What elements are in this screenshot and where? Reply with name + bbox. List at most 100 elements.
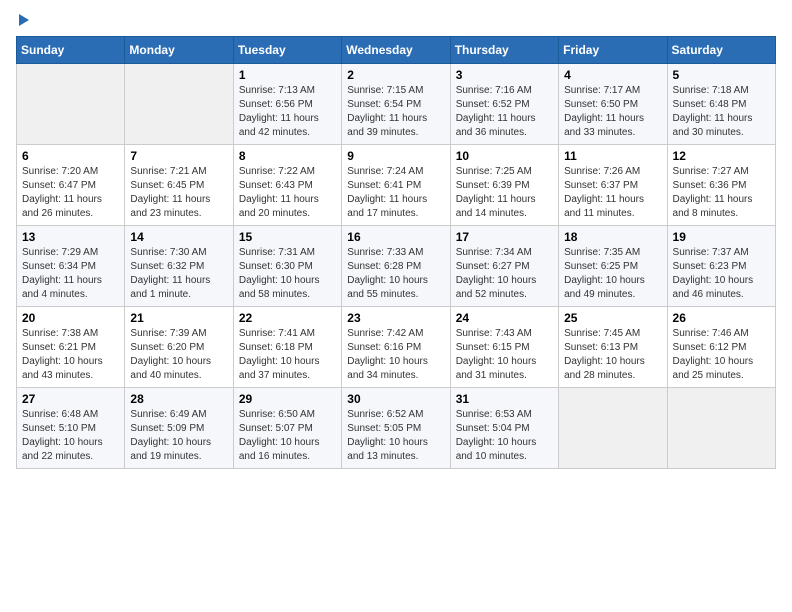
day-number: 24: [456, 311, 553, 325]
day-number: 4: [564, 68, 661, 82]
day-number: 23: [347, 311, 444, 325]
calendar-cell: 25 Sunrise: 7:45 AM Sunset: 6:13 PM Dayli…: [559, 307, 667, 388]
calendar-cell: 28Sunrise: 6:49 AM Sunset: 5:09 PM Dayli…: [125, 388, 233, 469]
day-number: 1: [239, 68, 336, 82]
day-number: 3: [456, 68, 553, 82]
day-info: Sunrise: 7:41 AM Sunset: 6:18 PM Dayligh…: [239, 328, 320, 381]
day-info: Sunrise: 7:31 AM Sunset: 6:30 PM Dayligh…: [239, 247, 320, 300]
day-number: 18: [564, 230, 661, 244]
calendar-cell: 21 Sunrise: 7:39 AM Sunset: 6:20 PM Dayli…: [125, 307, 233, 388]
calendar-cell: 6Sunrise: 7:20 AM Sunset: 6:47 PM Daylig…: [17, 145, 125, 226]
calendar-cell: 24 Sunrise: 7:43 AM Sunset: 6:15 PM Dayli…: [450, 307, 558, 388]
calendar-cell: 5Sunrise: 7:18 AM Sunset: 6:48 PM Daylig…: [667, 64, 775, 145]
calendar-week-row: 20 Sunrise: 7:38 AM Sunset: 6:21 PM Dayli…: [17, 307, 776, 388]
calendar-cell: 29 Sunrise: 6:50 AM Sunset: 5:07 PM Dayli…: [233, 388, 341, 469]
calendar-table: SundayMondayTuesdayWednesdayThursdayFrid…: [16, 36, 776, 469]
day-number: 12: [673, 149, 770, 163]
calendar-week-row: 1 Sunrise: 7:13 AM Sunset: 6:56 PM Daylig…: [17, 64, 776, 145]
day-info: Sunrise: 7:18 AM Sunset: 6:48 PM Dayligh…: [673, 85, 753, 138]
calendar-cell: 31 Sunrise: 6:53 AM Sunset: 5:04 PM Dayli…: [450, 388, 558, 469]
day-info: Sunrise: 7:33 AM Sunset: 6:28 PM Dayligh…: [347, 247, 428, 300]
day-info: Sunrise: 7:13 AM Sunset: 6:56 PM Dayligh…: [239, 85, 319, 138]
calendar-header: SundayMondayTuesdayWednesdayThursdayFrid…: [17, 37, 776, 64]
day-info: Sunrise: 7:24 AM Sunset: 6:41 PM Dayligh…: [347, 166, 427, 219]
weekday-header-saturday: Saturday: [667, 37, 775, 64]
day-number: 16: [347, 230, 444, 244]
calendar-cell: [559, 388, 667, 469]
day-info: Sunrise: 7:42 AM Sunset: 6:16 PM Dayligh…: [347, 328, 428, 381]
day-number: 20: [22, 311, 119, 325]
day-number: 30: [347, 392, 444, 406]
day-number: 11: [564, 149, 661, 163]
logo: [16, 16, 29, 26]
day-number: 17: [456, 230, 553, 244]
day-number: 31: [456, 392, 553, 406]
day-info: Sunrise: 7:26 AM Sunset: 6:37 PM Dayligh…: [564, 166, 644, 219]
day-number: 21: [130, 311, 227, 325]
logo-arrow-icon: [19, 14, 29, 26]
weekday-header-thursday: Thursday: [450, 37, 558, 64]
calendar-cell: 18 Sunrise: 7:35 AM Sunset: 6:25 PM Dayli…: [559, 226, 667, 307]
calendar-cell: 27Sunrise: 6:48 AM Sunset: 5:10 PM Dayli…: [17, 388, 125, 469]
day-number: 28: [130, 392, 227, 406]
calendar-cell: 23 Sunrise: 7:42 AM Sunset: 6:16 PM Dayli…: [342, 307, 450, 388]
day-number: 25: [564, 311, 661, 325]
day-info: Sunrise: 7:16 AM Sunset: 6:52 PM Dayligh…: [456, 85, 536, 138]
calendar-cell: 22 Sunrise: 7:41 AM Sunset: 6:18 PM Dayli…: [233, 307, 341, 388]
calendar-cell: 26 Sunrise: 7:46 AM Sunset: 6:12 PM Dayli…: [667, 307, 775, 388]
calendar-body: 1 Sunrise: 7:13 AM Sunset: 6:56 PM Daylig…: [17, 64, 776, 469]
day-number: 29: [239, 392, 336, 406]
day-number: 8: [239, 149, 336, 163]
calendar-cell: [17, 64, 125, 145]
day-info: Sunrise: 6:53 AM Sunset: 5:04 PM Dayligh…: [456, 409, 537, 462]
calendar-cell: 13Sunrise: 7:29 AM Sunset: 6:34 PM Dayli…: [17, 226, 125, 307]
day-info: Sunrise: 7:25 AM Sunset: 6:39 PM Dayligh…: [456, 166, 536, 219]
day-info: Sunrise: 7:21 AM Sunset: 6:45 PM Dayligh…: [130, 166, 210, 219]
calendar-cell: 17Sunrise: 7:34 AM Sunset: 6:27 PM Dayli…: [450, 226, 558, 307]
calendar-week-row: 27Sunrise: 6:48 AM Sunset: 5:10 PM Dayli…: [17, 388, 776, 469]
day-info: Sunrise: 7:46 AM Sunset: 6:12 PM Dayligh…: [673, 328, 754, 381]
weekday-header-wednesday: Wednesday: [342, 37, 450, 64]
day-info: Sunrise: 7:39 AM Sunset: 6:20 PM Dayligh…: [130, 328, 211, 381]
calendar-cell: 15 Sunrise: 7:31 AM Sunset: 6:30 PM Dayli…: [233, 226, 341, 307]
day-info: Sunrise: 7:35 AM Sunset: 6:25 PM Dayligh…: [564, 247, 645, 300]
day-number: 13: [22, 230, 119, 244]
day-number: 6: [22, 149, 119, 163]
calendar-cell: [667, 388, 775, 469]
day-number: 15: [239, 230, 336, 244]
weekday-header-sunday: Sunday: [17, 37, 125, 64]
calendar-cell: 16 Sunrise: 7:33 AM Sunset: 6:28 PM Dayli…: [342, 226, 450, 307]
page-header: [16, 16, 776, 26]
day-info: Sunrise: 6:48 AM Sunset: 5:10 PM Dayligh…: [22, 409, 103, 462]
day-number: 2: [347, 68, 444, 82]
calendar-cell: [125, 64, 233, 145]
calendar-cell: 10 Sunrise: 7:25 AM Sunset: 6:39 PM Dayli…: [450, 145, 558, 226]
weekday-header-monday: Monday: [125, 37, 233, 64]
day-number: 19: [673, 230, 770, 244]
weekday-header-row: SundayMondayTuesdayWednesdayThursdayFrid…: [17, 37, 776, 64]
day-info: Sunrise: 6:50 AM Sunset: 5:07 PM Dayligh…: [239, 409, 320, 462]
day-number: 26: [673, 311, 770, 325]
day-info: Sunrise: 7:27 AM Sunset: 6:36 PM Dayligh…: [673, 166, 753, 219]
day-info: Sunrise: 7:43 AM Sunset: 6:15 PM Dayligh…: [456, 328, 537, 381]
calendar-cell: 30Sunrise: 6:52 AM Sunset: 5:05 PM Dayli…: [342, 388, 450, 469]
day-number: 10: [456, 149, 553, 163]
weekday-header-friday: Friday: [559, 37, 667, 64]
day-info: Sunrise: 7:17 AM Sunset: 6:50 PM Dayligh…: [564, 85, 644, 138]
calendar-cell: 12 Sunrise: 7:27 AM Sunset: 6:36 PM Dayli…: [667, 145, 775, 226]
calendar-cell: 3 Sunrise: 7:16 AM Sunset: 6:52 PM Daylig…: [450, 64, 558, 145]
day-info: Sunrise: 7:22 AM Sunset: 6:43 PM Dayligh…: [239, 166, 319, 219]
calendar-week-row: 13Sunrise: 7:29 AM Sunset: 6:34 PM Dayli…: [17, 226, 776, 307]
calendar-week-row: 6Sunrise: 7:20 AM Sunset: 6:47 PM Daylig…: [17, 145, 776, 226]
day-info: Sunrise: 7:38 AM Sunset: 6:21 PM Dayligh…: [22, 328, 103, 381]
day-info: Sunrise: 7:15 AM Sunset: 6:54 PM Dayligh…: [347, 85, 427, 138]
calendar-cell: 2 Sunrise: 7:15 AM Sunset: 6:54 PM Daylig…: [342, 64, 450, 145]
calendar-cell: 8 Sunrise: 7:22 AM Sunset: 6:43 PM Daylig…: [233, 145, 341, 226]
calendar-cell: 20 Sunrise: 7:38 AM Sunset: 6:21 PM Dayli…: [17, 307, 125, 388]
weekday-header-tuesday: Tuesday: [233, 37, 341, 64]
day-info: Sunrise: 7:45 AM Sunset: 6:13 PM Dayligh…: [564, 328, 645, 381]
day-number: 9: [347, 149, 444, 163]
calendar-cell: 1 Sunrise: 7:13 AM Sunset: 6:56 PM Daylig…: [233, 64, 341, 145]
day-number: 22: [239, 311, 336, 325]
calendar-cell: 14Sunrise: 7:30 AM Sunset: 6:32 PM Dayli…: [125, 226, 233, 307]
